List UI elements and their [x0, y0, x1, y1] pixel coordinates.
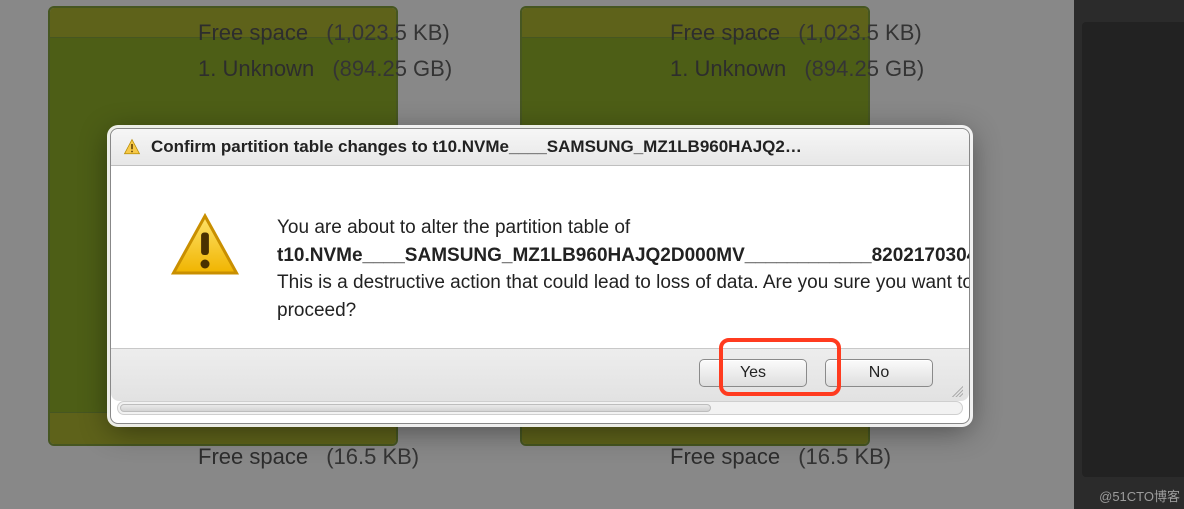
message-line: You are about to alter the partition tab…	[277, 214, 969, 242]
message-line: proceed?	[277, 297, 969, 325]
warning-icon	[123, 138, 141, 156]
dialog-message: You are about to alter the partition tab…	[277, 214, 969, 324]
watermark: @51CTO博客	[1099, 486, 1180, 505]
confirm-dialog: Confirm partition table changes to t10.N…	[110, 128, 970, 424]
dialog-titlebar[interactable]: Confirm partition table changes to t10.N…	[111, 129, 969, 166]
scrollbar-thumb[interactable]	[120, 404, 711, 412]
dialog-title: Confirm partition table changes to t10.N…	[151, 137, 802, 157]
no-button[interactable]: No	[825, 359, 933, 387]
horizontal-scrollbar[interactable]	[117, 401, 963, 415]
message-line: This is a destructive action that could …	[277, 269, 969, 297]
resize-grip-icon[interactable]	[949, 383, 963, 397]
device-name: t10.NVMe____SAMSUNG_MZ1LB960HAJQ2D000MV_…	[277, 242, 969, 270]
annotation-highlight	[719, 338, 841, 396]
warning-icon	[169, 210, 241, 282]
